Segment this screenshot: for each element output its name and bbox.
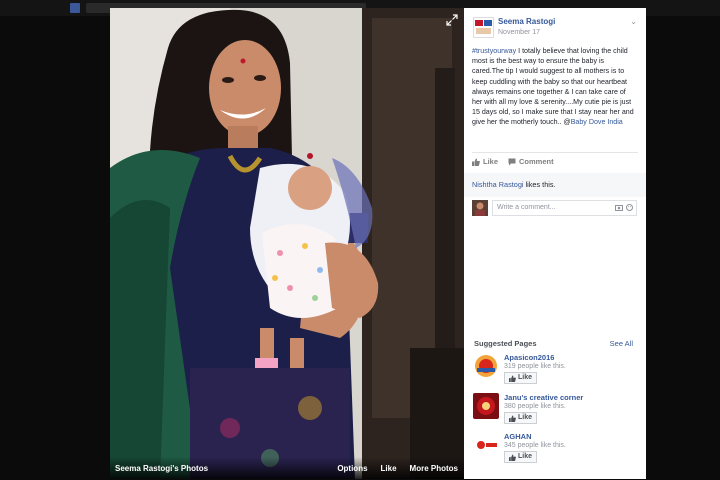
more-photos-button[interactable]: More Photos [410, 464, 458, 473]
comment-bubble-icon [508, 158, 516, 165]
suggested-page: AGHAN 345 people like this. Like [473, 432, 643, 470]
suggested-page: Janu's creative corner 380 people like t… [473, 393, 643, 431]
page-logo[interactable] [473, 353, 499, 379]
page-logo[interactable] [473, 432, 499, 458]
page-name[interactable]: AGHAN [504, 432, 532, 441]
post-text: #trustyourway I totally believe that lov… [472, 46, 636, 128]
like-label: Like [483, 157, 499, 166]
options-button[interactable]: Options [337, 464, 367, 473]
page-logo[interactable] [473, 393, 499, 419]
page-like-button[interactable]: Like [504, 451, 538, 463]
thumbs-up-icon [509, 414, 516, 422]
hashtag-link[interactable]: #trustyourway [472, 47, 516, 55]
janus-logo-image [473, 393, 499, 419]
see-all-link[interactable]: See All [610, 339, 633, 348]
album-title[interactable]: Seema Rastogi's Photos [115, 464, 208, 473]
page-like-label: Like [518, 374, 533, 381]
divider [472, 152, 638, 153]
liker-name[interactable]: Nishtha Rastogi [472, 180, 524, 189]
aghan-logo-image [473, 432, 499, 458]
expand-icon[interactable] [446, 14, 458, 26]
emoji-icon[interactable] [626, 204, 633, 211]
likes-suffix: likes this. [523, 180, 556, 189]
thumbs-up-icon [509, 374, 516, 382]
photo-like-button[interactable]: Like [381, 464, 397, 473]
photo-viewer: Seema Rastogi's Photos Options Like More… [110, 8, 464, 479]
commenter-avatar [472, 200, 488, 216]
comment-placeholder: Write a comment... [497, 204, 556, 211]
mention-link[interactable]: Baby Dove India [571, 118, 623, 126]
commenter-avatar-image [472, 200, 488, 216]
apasicon-logo-image [473, 353, 499, 379]
like-button[interactable]: Like [472, 157, 498, 166]
comment-tools [615, 204, 633, 211]
facebook-logo-icon[interactable] [70, 3, 80, 13]
page-like-count: 319 people like this. [504, 363, 566, 370]
page-name[interactable]: Apasicon2016 [504, 353, 554, 362]
photo-actions: Options Like More Photos [337, 464, 458, 473]
post-actions: Like Comment [472, 157, 554, 166]
camera-icon[interactable] [615, 204, 623, 211]
chevron-down-icon[interactable]: ⌄ [630, 17, 637, 26]
thumbs-up-icon [509, 453, 516, 461]
comment-input[interactable]: Write a comment... [492, 200, 637, 216]
post-panel: Seema Rastogi November 17 ⌄ #trustyourwa… [464, 8, 646, 479]
author-avatar-image [474, 18, 493, 37]
page-name[interactable]: Janu's creative corner [504, 393, 583, 402]
author-avatar[interactable] [473, 17, 494, 38]
suggested-page: Apasicon2016 319 people like this. Like [473, 353, 643, 391]
comment-label: Comment [519, 157, 554, 166]
page-like-count: 345 people like this. [504, 442, 566, 449]
page-like-button[interactable]: Like [504, 372, 538, 384]
suggested-pages-title: Suggested Pages [474, 339, 537, 348]
photo [110, 8, 464, 479]
post-date[interactable]: November 17 [498, 29, 540, 36]
page-like-label: Like [518, 453, 533, 460]
likes-summary: Nishtha Rastogi likes this. [464, 173, 646, 197]
comment-row: Write a comment... [472, 200, 638, 218]
comment-button[interactable]: Comment [508, 157, 554, 166]
likes-text: Nishtha Rastogi likes this. [472, 180, 556, 189]
thumbs-up-icon [472, 158, 480, 166]
page-like-count: 380 people like this. [504, 403, 566, 410]
post-author[interactable]: Seema Rastogi [498, 17, 555, 26]
page-like-label: Like [518, 414, 533, 421]
post-body: I totally believe that loving the child … [472, 47, 634, 127]
photo-bottom-bar: Seema Rastogi's Photos Options Like More… [110, 457, 464, 479]
page-like-button[interactable]: Like [504, 412, 538, 424]
